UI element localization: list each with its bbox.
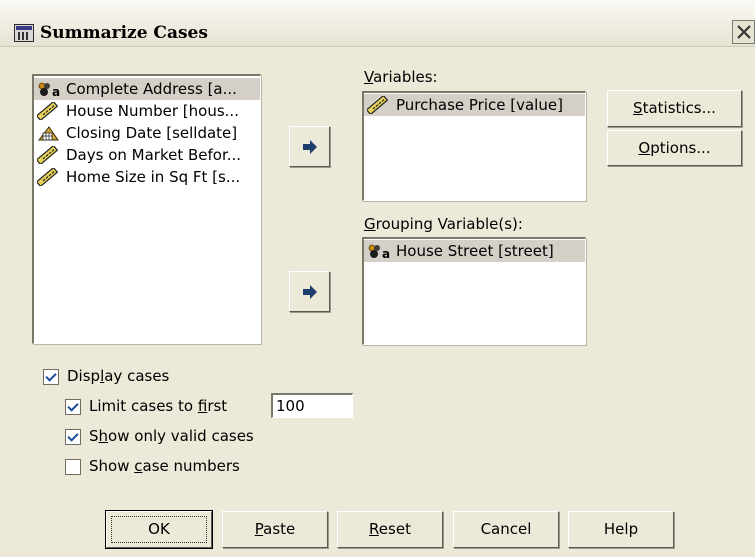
close-button[interactable]: [732, 20, 755, 44]
list-item-label: House Street [street]: [396, 242, 554, 260]
nominal-string-icon: a: [38, 82, 60, 98]
scale-ruler-icon: [367, 96, 389, 114]
limit-cases-input[interactable]: 100: [271, 393, 353, 418]
case-numbers-checkbox[interactable]: [65, 459, 81, 475]
move-to-grouping-button[interactable]: [289, 271, 330, 312]
reset-button[interactable]: Reset: [337, 511, 443, 548]
limit-cases-checkbox[interactable]: [65, 399, 81, 415]
title-bar[interactable]: Summarize Cases: [0, 0, 755, 47]
source-variable-list[interactable]: a Complete Address [a... House Number [h…: [32, 74, 261, 344]
list-item-label: Days on Market Befor...: [66, 146, 242, 164]
scale-ruler-icon: [37, 146, 59, 164]
cancel-button[interactable]: Cancel: [453, 511, 559, 548]
grouping-variables-list[interactable]: a House Street [street]: [362, 237, 586, 345]
list-item[interactable]: Closing Date [selldate]: [34, 122, 260, 144]
list-item-label: Complete Address [a...: [66, 80, 237, 98]
focus-ring: [111, 516, 207, 543]
case-numbers-label[interactable]: Show case numbers: [89, 457, 240, 475]
app-window-icon: [14, 24, 34, 42]
valid-cases-checkbox[interactable]: [65, 429, 81, 445]
paste-button[interactable]: Paste: [222, 511, 328, 548]
list-item[interactable]: Days on Market Befor...: [34, 144, 260, 166]
display-cases-label[interactable]: Display cases: [67, 367, 169, 385]
list-item-label: Home Size in Sq Ft [s...: [66, 168, 241, 186]
grouping-variables-label: Grouping Variable(s):: [364, 215, 523, 233]
statistics-button[interactable]: Statistics...: [607, 90, 742, 127]
close-icon: [736, 25, 751, 39]
ok-button[interactable]: OK: [105, 510, 213, 549]
date-calendar-icon: [37, 126, 59, 141]
valid-cases-label[interactable]: Show only valid cases: [89, 427, 254, 445]
limit-cases-label[interactable]: Limit cases to first: [89, 397, 227, 415]
svg-text:a: a: [52, 85, 60, 98]
list-item-label: Closing Date [selldate]: [66, 124, 238, 142]
dialog-title: Summarize Cases: [40, 23, 208, 43]
arrow-right-icon: [302, 284, 317, 299]
list-item[interactable]: a House Street [street]: [364, 240, 585, 262]
scale-ruler-icon: [37, 102, 59, 120]
scale-ruler-icon: [37, 168, 59, 186]
move-to-variables-button[interactable]: [289, 126, 330, 167]
list-item-label: House Number [hous...: [66, 102, 239, 120]
display-cases-checkbox[interactable]: [43, 369, 59, 385]
arrow-right-icon: [302, 139, 317, 154]
nominal-string-icon: a: [368, 244, 390, 260]
list-item[interactable]: Purchase Price [value]: [364, 94, 585, 116]
variables-list[interactable]: Purchase Price [value]: [362, 91, 586, 201]
list-item[interactable]: House Number [hous...: [34, 100, 260, 122]
help-button[interactable]: Help: [568, 511, 674, 548]
list-item-label: Purchase Price [value]: [396, 96, 563, 114]
options-button[interactable]: Options...: [607, 130, 742, 166]
svg-text:a: a: [382, 247, 390, 260]
list-item[interactable]: Home Size in Sq Ft [s...: [34, 166, 260, 188]
variables-label: Variables:: [364, 68, 438, 86]
list-item[interactable]: a Complete Address [a...: [34, 78, 260, 100]
